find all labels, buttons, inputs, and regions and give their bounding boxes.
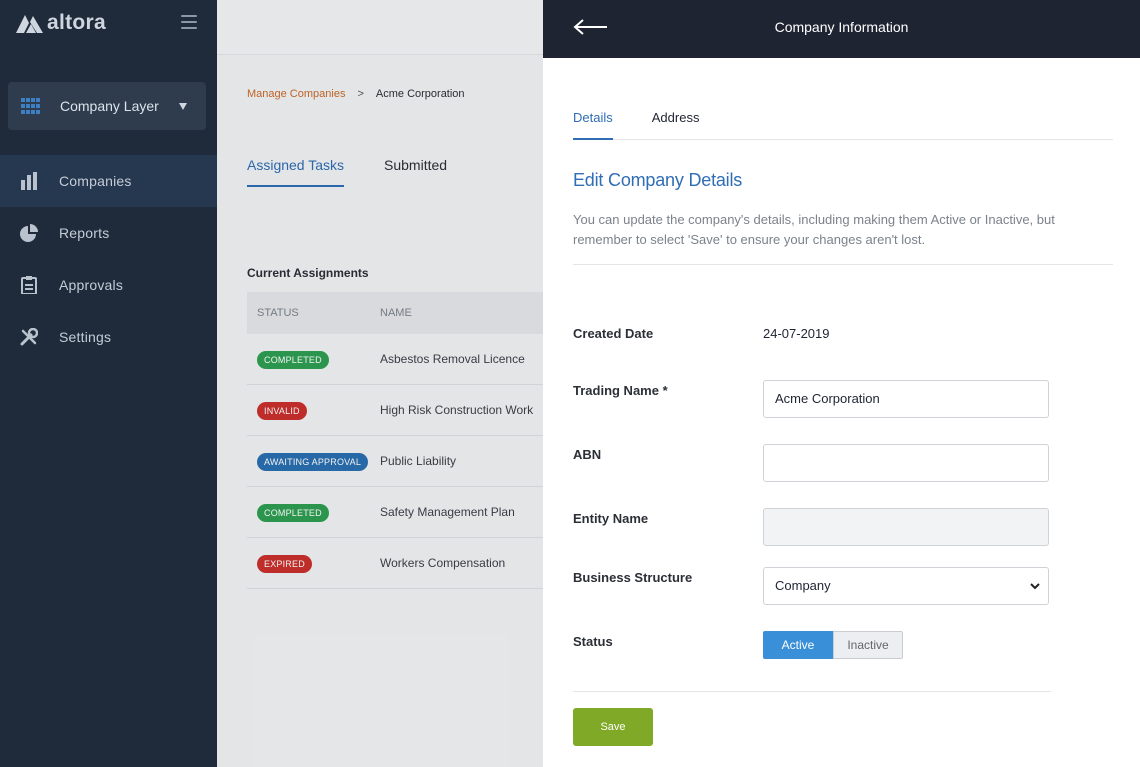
bar-chart-icon: [20, 172, 38, 190]
created-date-label: Created Date: [573, 326, 654, 341]
business-structure-value: Company: [775, 578, 831, 593]
edit-description: You can update the company's details, in…: [573, 212, 1055, 247]
entity-name-field: [763, 508, 1049, 546]
trading-name-field[interactable]: Acme Corporation: [763, 380, 1049, 418]
sidebar-item-label: Companies: [59, 173, 132, 189]
altora-logo-icon: [16, 15, 43, 33]
divider: [573, 691, 1051, 692]
modal-backdrop[interactable]: [217, 0, 543, 767]
business-structure-label: Business Structure: [573, 570, 693, 585]
caret-down-icon: [178, 102, 187, 110]
clipboard-icon: [20, 276, 38, 294]
status-label: Status: [573, 634, 613, 649]
layer-selector-button[interactable]: Company Layer: [8, 82, 206, 130]
entity-name-label: Entity Name: [573, 511, 649, 526]
trading-name-label: Trading Name *: [573, 383, 668, 398]
status-toggle: Active Inactive: [763, 631, 903, 659]
chevron-down-icon: [1030, 583, 1040, 590]
sidebar-item-label: Approvals: [59, 277, 124, 293]
sidebar-item-label: Settings: [59, 329, 112, 345]
divider: [573, 264, 1113, 265]
panel-tabs: Details Address: [573, 110, 1113, 140]
panel-header: Company Information: [543, 0, 1140, 58]
sidebar-item-approvals[interactable]: Approvals: [0, 259, 217, 311]
created-date-value: 24-07-2019: [763, 326, 830, 341]
grid-icon: [21, 98, 41, 114]
business-structure-select[interactable]: Company: [763, 567, 1049, 605]
status-active-button[interactable]: Active: [763, 631, 833, 659]
status-inactive-button[interactable]: Inactive: [833, 631, 903, 659]
panel-title: Company Information: [774, 19, 909, 35]
edit-heading: Edit Company Details: [573, 170, 743, 190]
layer-label: Company Layer: [60, 98, 159, 114]
sidebar-item-companies[interactable]: Companies: [0, 155, 217, 207]
company-info-panel: Company Information Details Address Edit…: [543, 0, 1140, 767]
abn-field[interactable]: [763, 444, 1049, 482]
hamburger-menu-icon[interactable]: [181, 15, 197, 29]
sidebar: altora Company Layer Companies Reports A…: [0, 0, 217, 767]
pie-chart-icon: [20, 224, 38, 242]
save-button[interactable]: Save: [573, 708, 653, 746]
sidebar-item-settings[interactable]: Settings: [0, 311, 217, 363]
logo[interactable]: altora: [16, 10, 106, 36]
tools-icon: [20, 328, 38, 346]
logo-text: altora: [47, 11, 106, 34]
sidebar-item-label: Reports: [59, 225, 110, 241]
abn-label: ABN: [573, 447, 602, 462]
tab-details[interactable]: Details: [573, 110, 613, 140]
sidebar-nav: Companies Reports Approvals Settings: [0, 155, 217, 363]
sidebar-item-reports[interactable]: Reports: [0, 207, 217, 259]
tab-address[interactable]: Address: [652, 110, 700, 139]
